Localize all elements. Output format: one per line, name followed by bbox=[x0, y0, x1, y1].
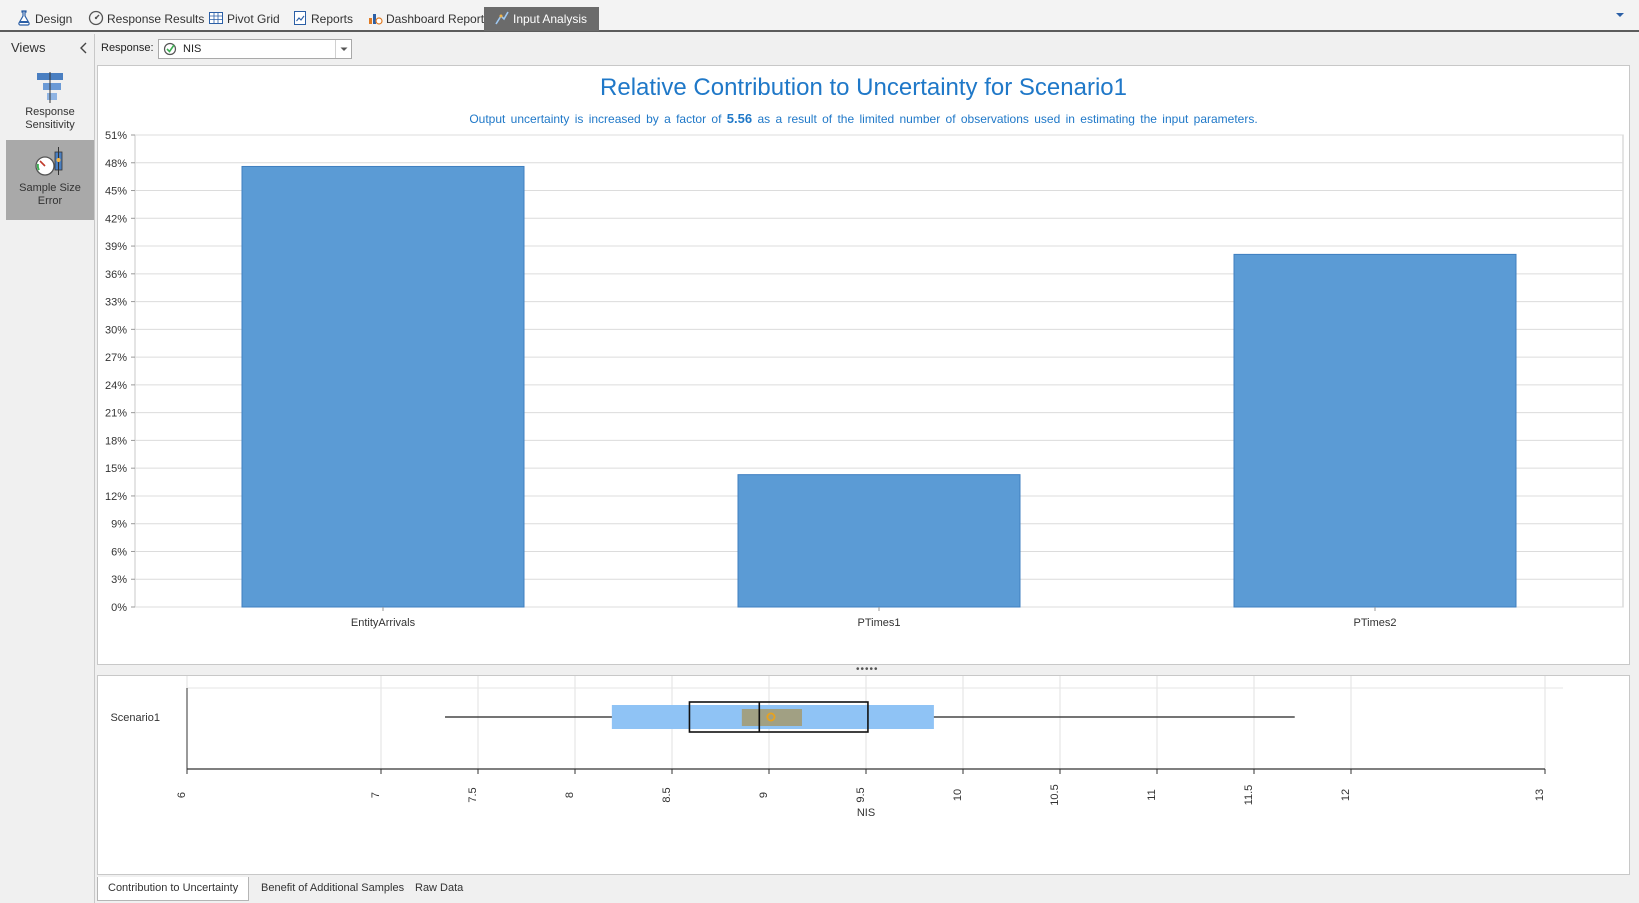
sensitivity-icon bbox=[37, 72, 63, 103]
view-sample-size-error[interactable]: Sample Size Error bbox=[6, 140, 94, 220]
chevron-down-icon bbox=[340, 47, 348, 51]
response-label: Response: bbox=[101, 42, 154, 54]
y-tick-label: 12% bbox=[105, 491, 127, 503]
panel-splitter[interactable]: ••••• bbox=[856, 664, 879, 675]
y-tick-label: 18% bbox=[105, 435, 127, 447]
contribution-chart-panel: Relative Contribution to Uncertainty for… bbox=[97, 65, 1630, 665]
y-tick-label: 24% bbox=[105, 380, 127, 392]
y-tick-label: 3% bbox=[111, 574, 127, 586]
x-tick-label: 10 bbox=[952, 789, 964, 801]
tab-raw-data[interactable]: Raw Data bbox=[405, 877, 473, 901]
input-analysis-icon bbox=[495, 11, 509, 25]
tab-benefit-of-additional-samples[interactable]: Benefit of Additional Samples bbox=[251, 877, 414, 901]
tab-pivot-grid[interactable]: Pivot Grid bbox=[204, 7, 280, 31]
x-tick-label: 6 bbox=[176, 792, 188, 798]
inner-ci-band bbox=[741, 709, 802, 726]
x-tick-label: 8.5 bbox=[661, 787, 673, 802]
y-tick-label: 48% bbox=[105, 158, 127, 170]
view-response-sensitivity[interactable]: Response Sensitivity bbox=[6, 66, 94, 146]
x-tick-label: 9 bbox=[758, 792, 770, 798]
tab-input-analysis[interactable]: Input Analysis bbox=[484, 7, 600, 31]
x-tick-label: PTimes2 bbox=[1354, 617, 1397, 629]
response-select[interactable]: NIS bbox=[158, 39, 352, 59]
response-dropdown-button[interactable] bbox=[335, 40, 351, 58]
x-tick-label: 12 bbox=[1340, 789, 1352, 801]
grid-icon bbox=[209, 12, 223, 24]
report-icon bbox=[294, 11, 306, 25]
y-tick-label: 9% bbox=[111, 519, 127, 531]
y-tick-label: 0% bbox=[111, 602, 127, 614]
x-tick-label: EntityArrivals bbox=[351, 617, 416, 629]
x-tick-label: 11 bbox=[1146, 789, 1158, 800]
tab-response-results[interactable]: Response Results bbox=[84, 7, 204, 31]
y-tick-label: 51% bbox=[105, 130, 127, 142]
x-tick-label: 7 bbox=[370, 792, 382, 798]
tab-reports[interactable]: Reports bbox=[288, 7, 353, 31]
flask-icon bbox=[18, 10, 30, 26]
y-tick-label: 6% bbox=[111, 546, 127, 558]
bar-EntityArrivals bbox=[241, 165, 525, 608]
y-tick-label: 33% bbox=[105, 297, 127, 309]
sample-size-icon bbox=[35, 147, 63, 176]
x-tick-label: 10.5 bbox=[1049, 784, 1061, 805]
response-value: NIS bbox=[183, 43, 202, 55]
tab-dashboard-reports[interactable]: Dashboard Reports bbox=[363, 7, 490, 31]
y-tick-label: 45% bbox=[105, 186, 127, 198]
bar-PTimes1 bbox=[737, 474, 1021, 608]
top-tab-bar: Design Response Results Pivot Grid Repor… bbox=[0, 0, 1639, 32]
bar-PTimes2 bbox=[1233, 253, 1517, 608]
gauge-icon bbox=[88, 10, 104, 26]
x-tick-label: 11.5 bbox=[1243, 785, 1255, 806]
x-tick-label: PTimes1 bbox=[858, 617, 901, 629]
y-tick-label: 21% bbox=[105, 408, 127, 420]
response-icon bbox=[163, 42, 177, 56]
category-label: Scenario1 bbox=[110, 712, 160, 724]
x-tick-label: 7.5 bbox=[467, 787, 479, 802]
contribution-bar-chart: 0% 3% 6% 9% 12% 15% 18% 21% 24% 27% 30% 33% 36% 39% 42… bbox=[105, 130, 1624, 629]
x-axis-title: NIS bbox=[857, 807, 875, 819]
x-tick-label: 8 bbox=[564, 792, 576, 798]
tab-contribution-to-uncertainty[interactable]: Contribution to Uncertainty bbox=[97, 877, 250, 901]
y-tick-label: 36% bbox=[105, 269, 127, 281]
y-tick-label: 30% bbox=[105, 324, 127, 336]
dashboard-icon bbox=[369, 14, 383, 25]
views-title: Views bbox=[11, 40, 46, 55]
x-tick-label: 13 bbox=[1534, 789, 1546, 801]
y-tick-label: 27% bbox=[105, 352, 127, 364]
y-tick-label: 42% bbox=[105, 213, 127, 225]
y-tick-label: 15% bbox=[105, 463, 127, 475]
y-tick-label: 39% bbox=[105, 241, 127, 253]
nis-box-plot: Scenario1 6 7 7.5 8 8.5 9 9.5 10 10.5 11 11.5 12 13 NI… bbox=[110, 676, 1563, 819]
chevron-down-icon[interactable] bbox=[1615, 10, 1625, 20]
chevron-left-icon[interactable] bbox=[79, 42, 89, 54]
views-panel: Views Response Sensitivity Sample Size E… bbox=[5, 34, 95, 903]
box-plot-panel: Scenario1 6 7 7.5 8 8.5 9 9.5 10 10.5 11 11.5 12 13 NI… bbox=[97, 675, 1630, 875]
tab-design[interactable]: Design bbox=[12, 7, 72, 31]
x-tick-label: 9.5 bbox=[855, 787, 867, 802]
